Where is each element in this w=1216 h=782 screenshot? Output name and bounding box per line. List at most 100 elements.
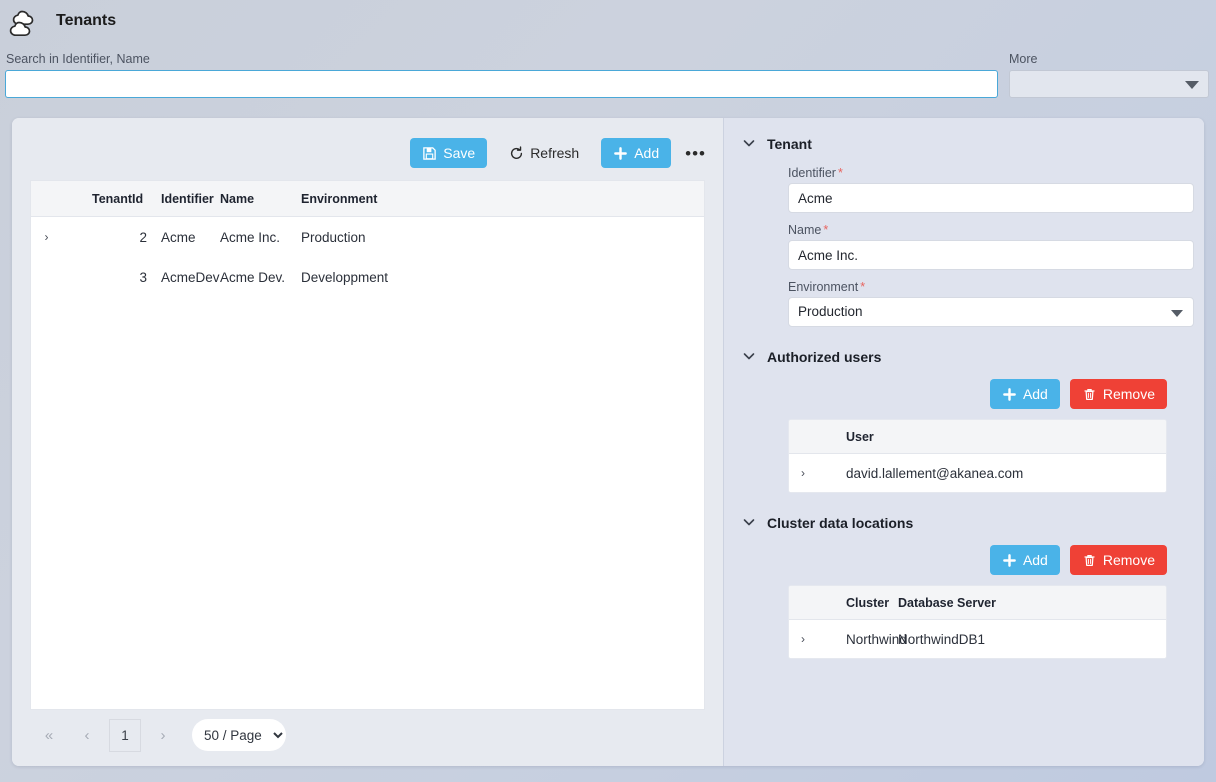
row-expand-icon[interactable]: ›: [789, 466, 817, 480]
authorized-users-title: Authorized users: [767, 349, 882, 365]
cell-environment: Production: [301, 229, 366, 245]
cell-tenantid: 3: [139, 269, 147, 285]
cluster-locations-header[interactable]: Cluster data locations: [742, 515, 1192, 531]
remove-user-button-label: Remove: [1102, 386, 1155, 402]
environment-select-value: Production: [798, 304, 863, 319]
chevron-down-icon: [1185, 81, 1199, 89]
column-name: Name: [220, 191, 255, 206]
column-database-server: Database Server: [898, 595, 996, 610]
search-label: Search in Identifier, Name: [6, 52, 150, 66]
search-bar: Search in Identifier, Name More: [0, 48, 1216, 102]
save-icon: [422, 146, 437, 161]
identifier-label: Identifier *: [788, 166, 1192, 180]
remove-cluster-button[interactable]: Remove: [1069, 545, 1167, 575]
environment-label-text: Environment: [788, 280, 859, 294]
refresh-icon: [509, 145, 524, 161]
first-page-button[interactable]: «: [30, 718, 68, 752]
column-tenantid: TenantId: [92, 191, 144, 206]
environment-label: Environment *: [788, 280, 1192, 294]
cluster-locations-table: Cluster Database Server › Northwind Nort…: [788, 585, 1167, 659]
column-environment: Environment: [301, 191, 378, 206]
plus-icon: [1002, 387, 1017, 402]
clouds-icon: [8, 6, 44, 42]
column-user: User: [846, 429, 874, 444]
name-input[interactable]: [788, 240, 1194, 270]
required-marker: *: [837, 166, 843, 180]
name-field-group: Name *: [788, 223, 1194, 270]
trash-icon: [1082, 553, 1097, 568]
plus-icon: [613, 146, 628, 161]
authorized-users-section: Authorized users Add Remove User › david…: [742, 349, 1192, 493]
chevron-down-icon[interactable]: [742, 349, 756, 365]
cell-database-server: NorthwindDB1: [898, 631, 986, 647]
tenants-table-header: TenantId Identifier Name Environment: [31, 181, 704, 217]
page-title: Tenants: [56, 12, 117, 29]
cell-environment: Developpment: [301, 269, 389, 285]
cell-identifier: AcmeDev: [161, 269, 220, 285]
more-dropdown[interactable]: [1009, 70, 1209, 98]
environment-select[interactable]: Production: [788, 297, 1194, 327]
add-cluster-button-label: Add: [1022, 552, 1048, 568]
add-cluster-button[interactable]: Add: [989, 545, 1060, 575]
column-identifier: Identifier: [161, 191, 214, 206]
more-options-button[interactable]: •••: [681, 145, 710, 162]
add-user-button[interactable]: Add: [989, 379, 1060, 409]
next-page-button[interactable]: ›: [144, 718, 182, 752]
save-button[interactable]: Save: [410, 138, 488, 168]
authorized-users-table: User › david.lallement@akanea.com: [788, 419, 1167, 493]
required-marker: *: [823, 223, 829, 237]
cluster-locations-table-header: Cluster Database Server: [789, 586, 1166, 620]
authorized-users-header[interactable]: Authorized users: [742, 349, 1192, 365]
cell-identifier: Acme: [161, 229, 196, 245]
page-size-select[interactable]: 50 / Page: [192, 719, 286, 751]
remove-cluster-button-label: Remove: [1102, 552, 1155, 568]
tenants-list-pane: Save Refresh Add ••• TenantId Identifier…: [12, 118, 723, 766]
search-input[interactable]: [5, 70, 998, 98]
table-row[interactable]: 3 AcmeDev Acme Dev. Developpment: [31, 257, 704, 297]
app-header: Tenants: [0, 0, 1216, 48]
authorized-users-actions: Add Remove: [742, 379, 1167, 409]
cell-name: Acme Inc.: [220, 229, 281, 245]
cell-tenantid: 2: [139, 229, 147, 245]
add-tenant-button[interactable]: Add: [601, 138, 672, 168]
remove-user-button[interactable]: Remove: [1069, 379, 1167, 409]
plus-icon: [1002, 553, 1017, 568]
table-row[interactable]: › david.lallement@akanea.com: [789, 454, 1166, 492]
cluster-locations-actions: Add Remove: [742, 545, 1167, 575]
environment-field-group: Environment * Production: [788, 280, 1194, 327]
save-button-label: Save: [443, 145, 476, 161]
page-number-1[interactable]: 1: [109, 718, 141, 752]
content-card: Save Refresh Add ••• TenantId Identifier…: [12, 118, 1204, 766]
identifier-label-text: Identifier: [788, 166, 836, 180]
refresh-button[interactable]: Refresh: [497, 138, 591, 168]
trash-icon: [1082, 387, 1097, 402]
row-expand-icon[interactable]: ›: [31, 230, 62, 244]
tenant-detail-pane: Tenant Identifier* Name* Environment*: [724, 118, 1204, 766]
authorized-users-table-header: User: [789, 420, 1166, 454]
required-marker: *: [860, 280, 866, 294]
prev-page-button[interactable]: ‹: [68, 718, 106, 752]
cell-user: david.lallement@akanea.com: [846, 465, 1024, 481]
tenant-section: Tenant Identifier* Name* Environment*: [742, 136, 1194, 327]
more-label: More: [1009, 52, 1038, 66]
chevron-down-icon: [1171, 310, 1183, 317]
cluster-locations-section: Cluster data locations Add Remove Cluste…: [742, 515, 1192, 659]
identifier-input[interactable]: [788, 183, 1194, 213]
cell-cluster: Northwind: [846, 631, 907, 647]
identifier-field-group: Identifier *: [788, 166, 1194, 213]
name-label: Name *: [788, 223, 1192, 237]
table-row[interactable]: › 2 Acme Acme Inc. Production: [31, 217, 704, 257]
tenants-table: TenantId Identifier Name Environment › 2…: [30, 180, 705, 710]
chevron-down-icon[interactable]: [742, 136, 756, 152]
pagination: « ‹ 1 › 50 / Page: [30, 718, 286, 752]
tenant-section-header[interactable]: Tenant: [742, 136, 1192, 152]
column-cluster: Cluster: [846, 595, 890, 610]
name-label-text: Name: [788, 223, 822, 237]
tenant-section-title: Tenant: [767, 136, 812, 152]
chevron-down-icon[interactable]: [742, 515, 756, 531]
refresh-button-label: Refresh: [530, 145, 580, 161]
add-tenant-button-label: Add: [634, 145, 660, 161]
cluster-locations-title: Cluster data locations: [767, 515, 914, 531]
row-expand-icon[interactable]: ›: [789, 632, 817, 646]
table-row[interactable]: › Northwind NorthwindDB1: [789, 620, 1166, 658]
